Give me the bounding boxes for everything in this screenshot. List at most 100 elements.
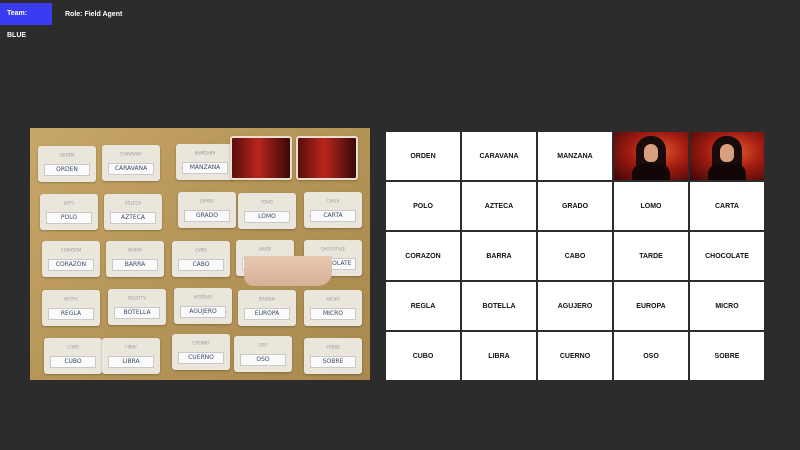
board-card[interactable]: MICRO: [690, 282, 764, 330]
photo-card-word: CORAZON: [48, 259, 94, 271]
photo-card-mirror-text: AGUJERO: [193, 294, 213, 299]
board-card[interactable]: BOTELLA: [462, 282, 536, 330]
board-card-revealed[interactable]: [614, 132, 688, 180]
photo-card-mirror-text: GRADO: [199, 198, 215, 203]
camera-feed: ORDEN ORDEN CARAVANA CARAVANA MANZANA MANZANA…: [30, 128, 370, 380]
board-card-word: MANZANA: [557, 152, 593, 160]
photo-card-mirror-text: TARDE: [258, 246, 272, 251]
photo-card: BARRA BARRA: [106, 241, 164, 277]
photo-card-agent: [296, 136, 358, 180]
photo-card-mirror-text: CUBO: [67, 344, 79, 349]
board-card-word: BARRA: [486, 252, 512, 260]
board-card-word: OSO: [643, 352, 659, 360]
board-card[interactable]: AGUJERO: [538, 282, 612, 330]
board-card[interactable]: ORDEN: [386, 132, 460, 180]
board-card[interactable]: LOMO: [614, 182, 688, 230]
photo-card: BOTELLA BOTELLA: [108, 289, 166, 325]
photo-card: SOBRE SOBRE: [304, 338, 362, 374]
board-card-word: TARDE: [639, 252, 663, 260]
board-card-revealed[interactable]: [690, 132, 764, 180]
photo-card-word: OSO: [240, 354, 286, 366]
photo-card-word: EUROPA: [244, 308, 290, 320]
board-card-word: CUERNO: [559, 352, 591, 360]
photo-card: GRADO GRADO: [178, 192, 236, 228]
photo-card-mirror-text: BOTELLA: [127, 295, 147, 300]
photo-card: AGUJERO AGUJERO: [174, 288, 232, 324]
photo-card-word: ORDEN: [44, 164, 90, 176]
photo-card-word: GRADO: [184, 210, 230, 222]
board-card[interactable]: TARDE: [614, 232, 688, 280]
agent-portrait-image: [614, 132, 688, 180]
photo-card-agent: [230, 136, 292, 180]
photo-card-word: SOBRE: [310, 356, 356, 368]
photo-card-mirror-text: CARTA: [326, 198, 340, 203]
board-card-word: CARTA: [715, 202, 739, 210]
board-card-word: CORAZON: [405, 252, 441, 260]
board-card[interactable]: EUROPA: [614, 282, 688, 330]
photo-card-word: AGUJERO: [180, 306, 226, 318]
board-card[interactable]: CORAZON: [386, 232, 460, 280]
photo-card-word: POLO: [46, 212, 92, 224]
agent-portrait-image: [690, 132, 764, 180]
photo-card-word: CUERNO: [178, 352, 224, 364]
board-card[interactable]: POLO: [386, 182, 460, 230]
photo-card-mirror-text: CHOCOLATE: [320, 246, 346, 251]
board-card[interactable]: LIBRA: [462, 332, 536, 380]
photo-card-word: MANZANA: [182, 162, 228, 174]
photo-card-mirror-text: CORAZON: [60, 247, 82, 252]
board-card[interactable]: BARRA: [462, 232, 536, 280]
photo-card-mirror-text: LOMO: [261, 199, 273, 204]
board-card-word: POLO: [413, 202, 433, 210]
board-card[interactable]: AZTECA: [462, 182, 536, 230]
board-card[interactable]: CUBO: [386, 332, 460, 380]
photo-card-mirror-text: MANZANA: [194, 150, 216, 155]
board-card[interactable]: CHOCOLATE: [690, 232, 764, 280]
board-card-word: AZTECA: [484, 202, 514, 210]
board-card-word: BOTELLA: [482, 302, 516, 310]
photo-card-mirror-text: CABO: [195, 247, 207, 252]
board-card[interactable]: CABO: [538, 232, 612, 280]
photo-card: CARAVANA CARAVANA: [102, 145, 160, 181]
photo-card-mirror-text: AZTECA: [125, 200, 141, 205]
photo-card-mirror-text: CUERNO: [192, 340, 210, 345]
photo-card-mirror-text: LIBRA: [125, 344, 137, 349]
board-card-word: AGUJERO: [557, 302, 593, 310]
photo-card-mirror-text: REGLA: [64, 296, 78, 301]
board-card[interactable]: SOBRE: [690, 332, 764, 380]
board-card[interactable]: MANZANA: [538, 132, 612, 180]
board-card-word: CHOCOLATE: [705, 252, 749, 260]
board-card[interactable]: OSO: [614, 332, 688, 380]
photo-card: REGLA REGLA: [42, 290, 100, 326]
board-card-word: CUBO: [412, 352, 434, 360]
photo-card-word: AZTECA: [110, 212, 156, 224]
board-card-word: SOBRE: [714, 352, 740, 360]
player-hand: [244, 256, 332, 286]
photo-card-word: REGLA: [48, 308, 94, 320]
top-bar: Team: BLUE Role: Field Agent: [0, 3, 123, 39]
photo-card: LIBRA LIBRA: [102, 338, 160, 374]
photo-card-word: CABO: [178, 259, 224, 271]
photo-card: MICRO MICRO: [304, 290, 362, 326]
photo-card: EUROPA EUROPA: [238, 290, 296, 326]
photo-card-word: MICRO: [310, 308, 356, 320]
photo-card: CORAZON CORAZON: [42, 241, 100, 277]
photo-card: CUERNO CUERNO: [172, 334, 230, 370]
board-card-word: GRADO: [561, 202, 589, 210]
photo-card: POLO POLO: [40, 194, 98, 230]
board-card[interactable]: CUERNO: [538, 332, 612, 380]
photo-card-word: CARAVANA: [108, 163, 154, 175]
photo-card-word: BARRA: [112, 259, 158, 271]
role-label: Role: Field Agent: [65, 10, 123, 18]
board-card[interactable]: REGLA: [386, 282, 460, 330]
photo-card: OSO OSO: [234, 336, 292, 372]
photo-card-mirror-text: CARAVANA: [120, 151, 142, 156]
photo-card: MANZANA MANZANA: [176, 144, 234, 180]
photo-card-word: CARTA: [310, 210, 356, 222]
photo-card-word: LIBRA: [108, 356, 154, 368]
photo-card-mirror-text: SOBRE: [326, 344, 340, 349]
photo-card-mirror-text: MICRO: [326, 296, 340, 301]
board-card-word: CABO: [564, 252, 586, 260]
board-card[interactable]: GRADO: [538, 182, 612, 230]
board-card[interactable]: CARAVANA: [462, 132, 536, 180]
board-card[interactable]: CARTA: [690, 182, 764, 230]
